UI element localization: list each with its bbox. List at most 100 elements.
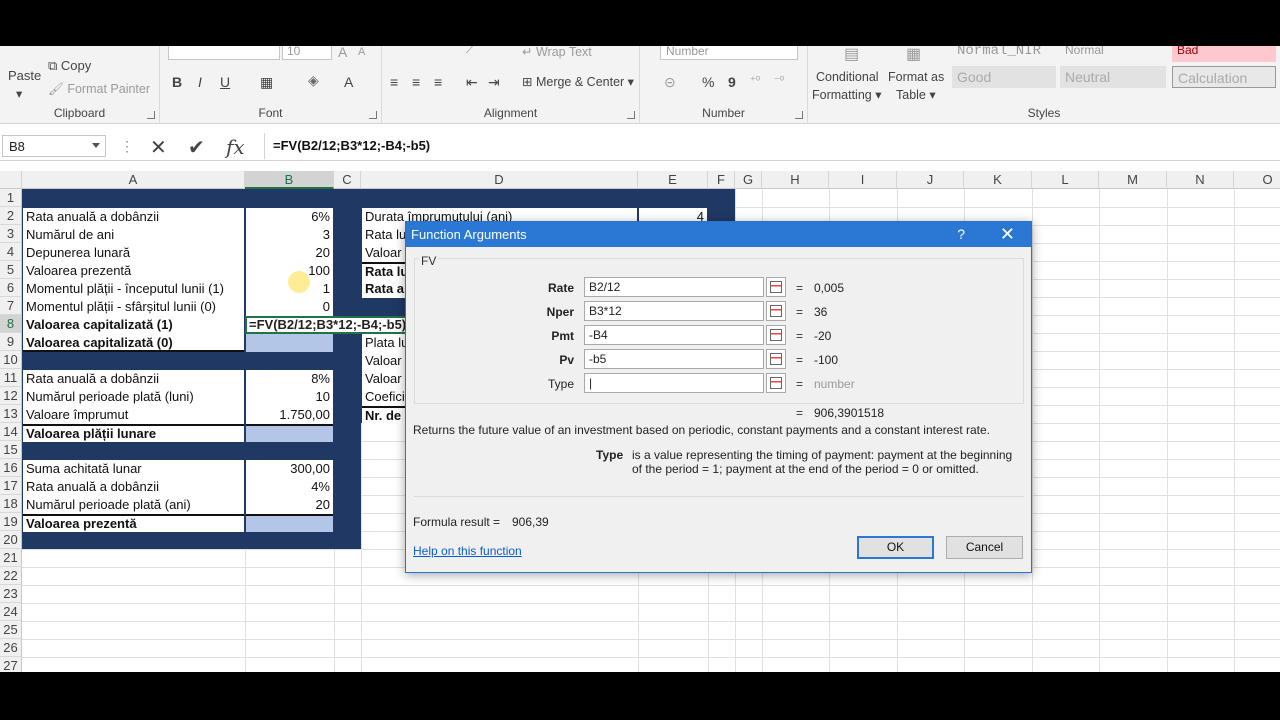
font-color-button[interactable]: A <box>344 74 353 90</box>
ok-button[interactable]: OK <box>857 536 934 559</box>
row-header[interactable]: 1 <box>0 189 22 207</box>
range-select-icon[interactable] <box>766 277 786 297</box>
cell-b7[interactable]: 0 <box>246 298 333 316</box>
cell-a13[interactable]: Valoare împrumut <box>23 406 244 424</box>
style-good[interactable]: Good <box>952 66 1056 88</box>
formula-input[interactable]: =FV(B2/12;B3*12;-B4;-b5) <box>264 133 1280 159</box>
row-header[interactable]: 21 <box>0 549 22 567</box>
cell-a18[interactable]: Numărul perioade plată (ani) <box>23 496 244 514</box>
col-header-f[interactable]: F <box>708 171 735 189</box>
row-header[interactable]: 22 <box>0 567 22 585</box>
cell-a5[interactable]: Valoarea prezentă <box>23 262 244 280</box>
row-header[interactable]: 8 <box>0 315 22 333</box>
cell-b16[interactable]: 300,00 <box>246 460 333 478</box>
cell-b13[interactable]: 1.750,00 <box>246 406 333 424</box>
row-header[interactable]: 23 <box>0 585 22 603</box>
col-header-b[interactable]: B <box>245 171 334 189</box>
row-header[interactable]: 20 <box>0 531 22 549</box>
col-header-n[interactable]: N <box>1167 171 1234 189</box>
cell-b19[interactable] <box>246 514 333 532</box>
row-header[interactable]: 17 <box>0 477 22 495</box>
row-header[interactable]: 18 <box>0 495 22 513</box>
cell-a7[interactable]: Momentul plății - sfârșitul lunii (0) <box>23 298 244 316</box>
row-header[interactable]: 15 <box>0 441 22 459</box>
font-launcher-icon[interactable] <box>369 111 377 119</box>
range-select-icon[interactable] <box>766 325 786 345</box>
style-bad[interactable]: Bad <box>1172 46 1276 62</box>
decrease-decimal-icon[interactable]: ⁻⁰ <box>774 74 784 87</box>
underline-button[interactable]: U <box>220 74 230 90</box>
cell-b11[interactable]: 8% <box>246 370 333 388</box>
cell-a3[interactable]: Numărul de ani <box>23 226 244 244</box>
row-header[interactable]: 12 <box>0 387 22 405</box>
cell-b2[interactable]: 6% <box>246 208 333 226</box>
cell-a2[interactable]: Rata anuală a dobânzii <box>23 208 244 226</box>
align-left-icon[interactable]: ≡ <box>390 74 398 90</box>
row-header[interactable]: 9 <box>0 333 22 351</box>
percent-button[interactable]: % <box>702 74 714 90</box>
cell-a8[interactable]: Valoarea capitalizată (1) <box>23 316 244 334</box>
arg-input-pv[interactable]: -b5 <box>584 349 764 369</box>
alignment-launcher-icon[interactable] <box>627 111 635 119</box>
row-header[interactable]: 4 <box>0 243 22 261</box>
arg-input-type[interactable]: | <box>584 373 764 393</box>
row-header[interactable]: 2 <box>0 207 22 225</box>
cell-b3[interactable]: 3 <box>246 226 333 244</box>
style-calculation[interactable]: Calculation <box>1172 66 1276 88</box>
cell-b14[interactable] <box>246 424 333 442</box>
orientation-icon[interactable]: ⟋ <box>466 46 475 57</box>
row-header[interactable]: 10 <box>0 351 22 369</box>
wrap-text-button[interactable]: ↵ Wrap Text <box>522 46 592 59</box>
cell-a19[interactable]: Valoarea prezentă <box>23 514 244 532</box>
col-header-l[interactable]: L <box>1032 171 1099 189</box>
row-header[interactable]: 19 <box>0 513 22 531</box>
cell-b17[interactable]: 4% <box>246 478 333 496</box>
cell-a9[interactable]: Valoarea capitalizată (0) <box>23 334 244 352</box>
arg-input-nper[interactable]: B3*12 <box>584 301 764 321</box>
comma-button[interactable]: 9 <box>728 74 736 90</box>
cell-b4[interactable]: 20 <box>246 244 333 262</box>
conditional-formatting-button[interactable]: Formatting ▾ <box>812 87 882 102</box>
format-painter-button[interactable]: 🖌 Format Painter <box>48 82 150 97</box>
row-header[interactable]: 26 <box>0 639 22 657</box>
row-header[interactable]: 14 <box>0 423 22 441</box>
help-link[interactable]: Help on this function <box>413 544 522 558</box>
decrease-indent-icon[interactable]: ⇤ <box>466 74 478 91</box>
number-format-box[interactable]: Number <box>660 46 798 60</box>
font-name-box[interactable] <box>168 46 280 60</box>
arg-input-rate[interactable]: B2/12 <box>584 277 764 297</box>
borders-icon[interactable]: ▦ <box>260 74 273 91</box>
cell-a17[interactable]: Rata anuală a dobânzii <box>23 478 244 496</box>
col-header-c[interactable]: C <box>334 171 361 189</box>
italic-button[interactable]: I <box>198 74 202 90</box>
arg-input-pmt[interactable]: -B4 <box>584 325 764 345</box>
cell-b8-editor[interactable]: =FV(B2/12;B3*12;-B4;-b5) <box>245 316 408 334</box>
increase-indent-icon[interactable]: ⇥ <box>488 74 500 91</box>
col-header-e[interactable]: E <box>638 171 708 189</box>
cell-a12[interactable]: Numărul perioade plată (luni) <box>23 388 244 406</box>
row-header[interactable]: 5 <box>0 261 22 279</box>
increase-decimal-icon[interactable]: ⁺⁰ <box>750 74 760 87</box>
chevron-down-icon[interactable] <box>92 143 100 148</box>
more-icon[interactable]: ⋮ <box>120 138 134 155</box>
style-neutral[interactable]: Neutral <box>1060 66 1166 88</box>
row-header[interactable]: 6 <box>0 279 22 297</box>
col-header-k[interactable]: K <box>964 171 1032 189</box>
enter-icon[interactable]: ✔ <box>188 135 205 160</box>
row-header[interactable]: 27 <box>0 657 22 672</box>
font-size-box[interactable]: 10 <box>282 46 332 60</box>
cell-a14[interactable]: Valoarea plății lunare <box>23 424 244 442</box>
col-header-h[interactable]: H <box>762 171 829 189</box>
cell-a4[interactable]: Depunerea lunară <box>23 244 244 262</box>
grow-font-icon[interactable]: A <box>338 46 347 60</box>
currency-icon[interactable]: ⊝ <box>664 74 676 91</box>
clipboard-launcher-icon[interactable] <box>147 111 155 119</box>
style-normal-nir[interactable]: Normal_NIR <box>952 46 1056 62</box>
col-header-i[interactable]: I <box>829 171 897 189</box>
cell-b18[interactable]: 20 <box>246 496 333 514</box>
conditional-formatting-line1[interactable]: Conditional <box>816 70 879 84</box>
paste-dropdown-icon[interactable]: ▾ <box>16 86 22 101</box>
bold-button[interactable]: B <box>172 74 182 90</box>
insert-function-icon[interactable]: fx <box>226 135 245 159</box>
row-header[interactable]: 16 <box>0 459 22 477</box>
